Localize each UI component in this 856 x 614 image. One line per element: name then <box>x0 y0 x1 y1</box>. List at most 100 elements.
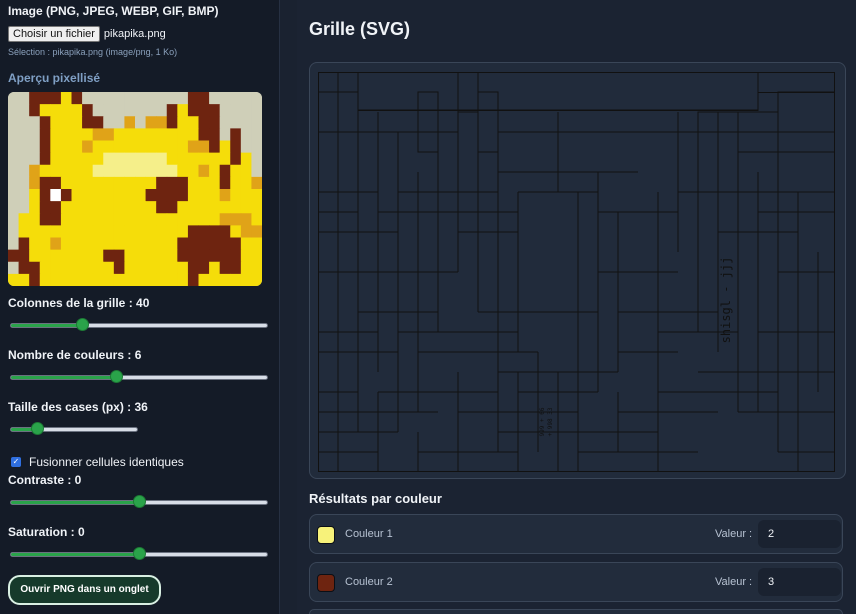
pixel <box>240 273 252 286</box>
pixel <box>209 116 221 129</box>
pixel <box>60 92 72 105</box>
pixel <box>50 164 62 178</box>
results-title: Résultats par couleur <box>309 491 442 506</box>
pixel <box>71 237 83 251</box>
pixel <box>156 152 168 166</box>
merge-label: Fusionner cellules identiques <box>29 455 184 469</box>
pixel <box>145 92 157 105</box>
pixel <box>50 213 62 226</box>
pixel <box>39 104 51 117</box>
pixel <box>145 213 157 226</box>
pixel <box>103 261 115 275</box>
pixel <box>113 92 125 105</box>
merge-checkbox[interactable]: ✓ <box>11 457 21 467</box>
columns-slider[interactable] <box>8 318 271 332</box>
pixel <box>39 189 51 202</box>
pixel <box>177 273 189 286</box>
pixel <box>8 213 20 226</box>
pixel <box>240 176 252 190</box>
pixel <box>230 152 242 166</box>
pixel <box>124 213 136 226</box>
pixel <box>177 189 189 202</box>
choose-file-button[interactable]: Choisir un fichier <box>8 26 100 42</box>
pixel <box>145 176 157 190</box>
pixel <box>219 92 231 105</box>
slider-thumb[interactable] <box>30 422 44 435</box>
pixel <box>113 104 125 117</box>
pixel <box>166 92 178 105</box>
slider-thumb[interactable] <box>133 547 146 560</box>
open-png-button[interactable]: Ouvrir PNG dans un onglet <box>8 575 161 605</box>
slider-colors: Nombre de couleurs : 6 <box>8 348 271 384</box>
pixel <box>103 116 115 129</box>
pixel <box>113 176 125 190</box>
pixel <box>60 273 72 286</box>
slider-thumb[interactable] <box>133 495 146 508</box>
pixel <box>82 273 94 286</box>
pixel <box>39 201 51 214</box>
grid-cell <box>477 91 499 153</box>
saturation-slider[interactable] <box>8 547 271 561</box>
pixel <box>251 237 262 251</box>
grid-small-text-1: 999 + 66 <box>539 407 546 436</box>
pixel <box>124 273 136 286</box>
color-name: Couleur 1 <box>345 528 393 540</box>
pixel <box>230 92 242 105</box>
pixel <box>39 273 51 286</box>
pixel <box>71 213 83 226</box>
pixel <box>82 92 94 105</box>
slider-contrast: Contraste : 0 <box>8 473 271 509</box>
pixel <box>156 237 168 251</box>
pixel <box>124 128 136 142</box>
slider-thumb[interactable] <box>109 370 123 383</box>
pixel <box>50 201 62 214</box>
pixel <box>251 213 262 226</box>
pixel <box>18 189 30 202</box>
grid-card: shisgl - jjj 999 + 66 + 998 33 <box>309 62 846 479</box>
colors-slider[interactable] <box>8 370 271 384</box>
pixel <box>209 237 221 251</box>
grid-small-text-2: + 998 33 <box>547 407 554 436</box>
pixel <box>209 152 221 166</box>
pixel <box>82 249 94 263</box>
pixel <box>60 261 72 275</box>
value-input[interactable]: 3 <box>758 568 841 596</box>
value-input[interactable]: 2 <box>758 520 841 548</box>
pixel <box>8 116 20 129</box>
slider-thumb[interactable] <box>76 318 90 331</box>
cell-size-slider[interactable] <box>8 422 271 436</box>
pixel <box>166 261 178 275</box>
pixel <box>113 237 125 251</box>
pixel <box>29 225 41 239</box>
color-result-row-partial <box>309 609 843 614</box>
contrast-slider[interactable] <box>8 495 271 509</box>
pixel <box>103 189 115 202</box>
pixel <box>82 104 94 117</box>
pixel <box>92 237 104 251</box>
pixel <box>71 189 83 202</box>
pixel <box>166 249 178 263</box>
pixel <box>113 273 125 286</box>
pixel <box>145 225 157 239</box>
pixel <box>18 164 30 178</box>
pixel <box>113 128 125 142</box>
pixel <box>92 273 104 286</box>
pixel <box>156 92 168 105</box>
pixel <box>39 152 51 166</box>
pixel <box>82 237 94 251</box>
pixel <box>177 104 189 117</box>
pixel <box>39 128 51 142</box>
color-result-row: Couleur 1 Valeur : 2 <box>309 514 843 554</box>
pixel <box>251 189 262 202</box>
pixel <box>39 116 51 129</box>
pixel <box>113 152 125 166</box>
slider-saturation: Saturation : 0 <box>8 525 271 561</box>
pixel <box>18 201 30 214</box>
pixel <box>82 213 94 226</box>
pixel <box>177 225 189 239</box>
image-label: Image (PNG, JPEG, WEBP, GIF, BMP) <box>8 4 219 18</box>
pixel <box>219 273 231 286</box>
pixel <box>60 237 72 251</box>
pixel <box>251 128 262 142</box>
pixel <box>156 176 168 190</box>
